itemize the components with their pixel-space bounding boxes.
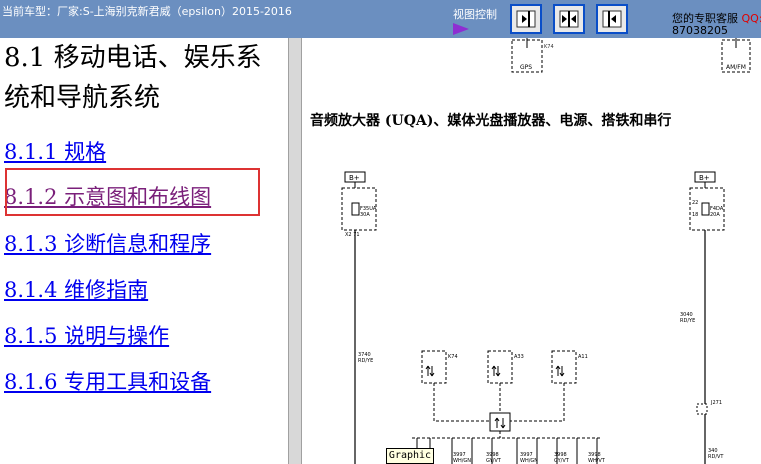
svg-text:GY/VT: GY/VT — [486, 458, 502, 464]
amfm-connector: AM/FM — [721, 38, 751, 73]
svg-text:WH/GN: WH/GN — [453, 458, 471, 464]
fuse-left-pins: X2 71 — [345, 232, 360, 238]
wire-bottom-right-color: RD/VT — [708, 454, 724, 460]
customer-support: 您的专职客服 QQ:1 87038205 — [672, 10, 761, 37]
conn-k74-label: K74 — [448, 354, 458, 360]
right-fuse-block: B+ F4DA 20A 22 18 3040 RD/YE J271 340 RD… — [680, 171, 725, 464]
svg-text:WH/GN: WH/GN — [520, 458, 538, 464]
toc-link-specifications[interactable]: 8.1.1 规格 — [4, 136, 106, 166]
fuse-right-amp: 20A — [710, 212, 720, 218]
svg-text:GY/VT: GY/VT — [554, 458, 570, 464]
bplus-right: B+ — [699, 174, 710, 182]
view-control-label: 视图控制 — [453, 8, 497, 21]
svg-text:K74: K74 — [544, 44, 554, 50]
svg-text:WH/VT: WH/VT — [588, 458, 606, 464]
expand-left-pane-icon — [602, 10, 622, 28]
selected-item-highlight — [5, 168, 260, 216]
qq-link[interactable]: QQ:1 — [742, 12, 761, 25]
bplus-left: B+ — [349, 174, 360, 182]
split-view-button[interactable] — [553, 4, 585, 34]
current-model-title: 当前车型：厂家:S-上海别克新君威（epsilon）2015-2016 — [2, 5, 292, 18]
wire-right-color: RD/YE — [680, 318, 695, 324]
top-bar: 当前车型：厂家:S-上海别克新君威（epsilon）2015-2016 视图控制… — [0, 0, 761, 38]
conn-a11-label: A11 — [578, 354, 588, 360]
support-number: 87038205 — [672, 24, 728, 37]
document-pane: 音频放大器 (UQA)、媒体光盘播放器、电源、搭铁和串行 GPS K74 AM/… — [302, 38, 761, 464]
fuse-right-pin-top: 22 — [692, 200, 698, 206]
wiring-diagram: GPS K74 AM/FM B+ F35UA 30A X2 71 3740 RD… — [341, 38, 751, 464]
gps-connector: GPS K74 — [511, 38, 554, 73]
expand-right-pane-button[interactable] — [510, 4, 542, 34]
toc-pane: 8.1 移动电话、娱乐系统和导航系统 8.1.1 规格 8.1.2 示意图和布线… — [0, 38, 288, 464]
expand-left-pane-button[interactable] — [596, 4, 628, 34]
chapter-title: 8.1 移动电话、娱乐系统和导航系统 — [4, 43, 262, 113]
fuse-right-pin-bot: 18 — [692, 212, 698, 218]
fuse-left-amp: 30A — [360, 212, 370, 218]
left-fuse-block: B+ F35UA 30A X2 71 3740 RD/YE — [341, 171, 377, 464]
toc-link-repair-guide[interactable]: 8.1.4 维修指南 — [4, 274, 148, 304]
module-connectors: K74 A33 A11 — [412, 350, 602, 464]
bottom-wire-labels: 3997 WH/GN 3998 GY/VT 3997 WH/GN 3998 GY… — [453, 452, 606, 464]
wire-left-color: RD/YE — [358, 358, 373, 364]
amfm-label: AM/FM — [726, 64, 746, 71]
toc-link-diagnostics[interactable]: 8.1.3 诊断信息和程序 — [4, 228, 211, 258]
conn-a33-label: A33 — [514, 354, 524, 360]
gps-label: GPS — [520, 64, 532, 71]
view-control-arrow-icon — [453, 23, 469, 35]
toc-link-special-tools[interactable]: 8.1.6 专用工具和设备 — [4, 366, 211, 396]
split-view-icon — [559, 10, 579, 28]
pane-splitter[interactable] — [288, 38, 302, 464]
splice-label: J271 — [710, 400, 722, 406]
toc-link-description-operation[interactable]: 8.1.5 说明与操作 — [4, 320, 169, 350]
graphic-tooltip: Graphic — [386, 448, 434, 464]
expand-right-pane-icon — [516, 10, 536, 28]
